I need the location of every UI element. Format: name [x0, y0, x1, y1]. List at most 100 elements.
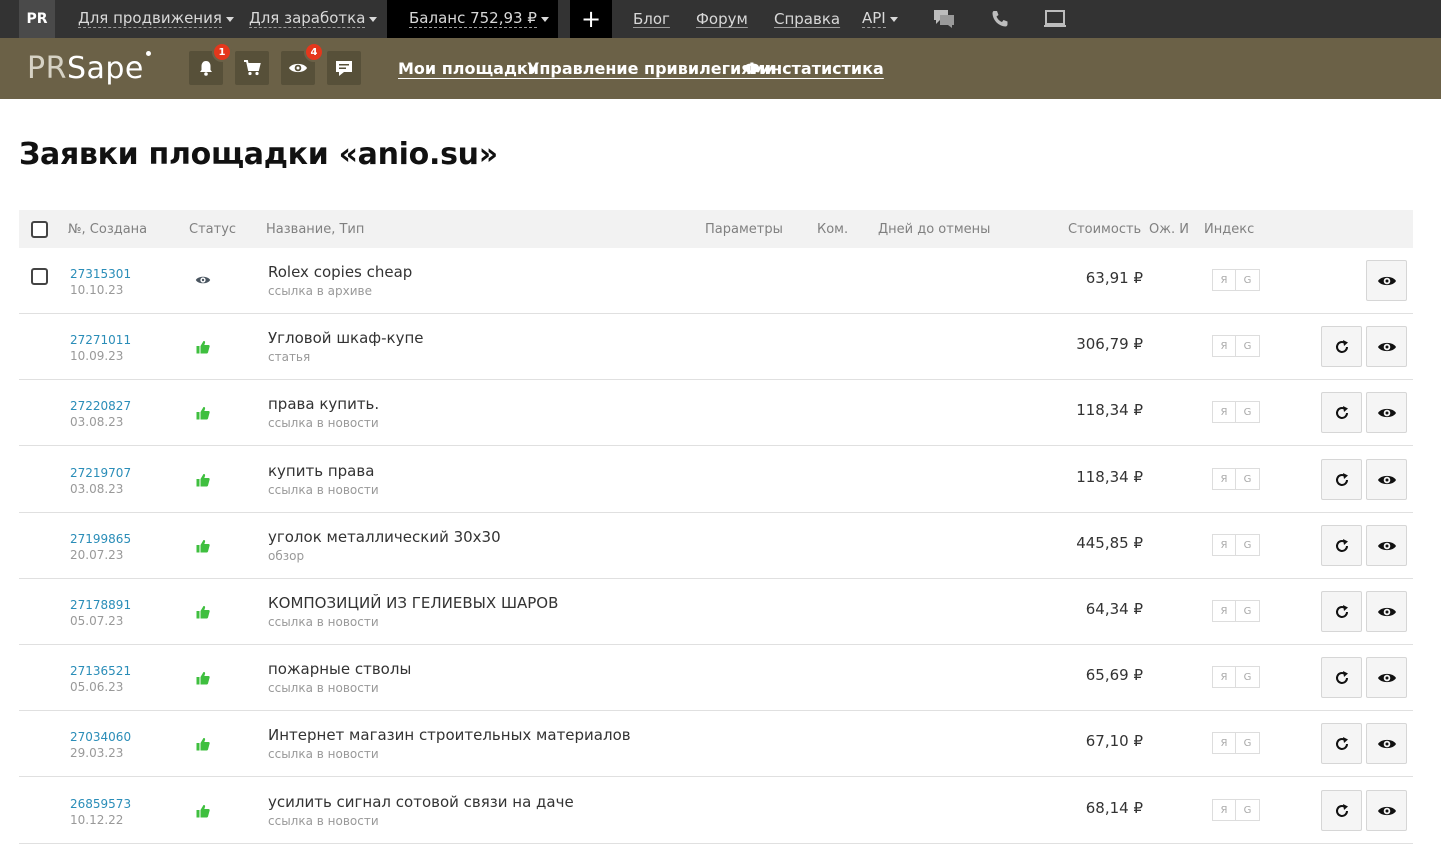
- request-type: ссылка в новости: [268, 615, 379, 629]
- request-name[interactable]: пожарные стволы: [268, 660, 411, 678]
- eye-icon: [1377, 340, 1397, 354]
- google-index-indicator: G: [1236, 799, 1260, 821]
- request-number-link[interactable]: 27034060: [70, 730, 131, 744]
- watch-button[interactable]: 4: [281, 42, 324, 85]
- refresh-button[interactable]: [1321, 790, 1362, 831]
- monitor-icon[interactable]: [1044, 9, 1066, 33]
- chat-icon[interactable]: [934, 9, 956, 33]
- balance-menu[interactable]: Баланс 752,93 ₽: [387, 0, 558, 38]
- eye-icon: [1377, 671, 1397, 685]
- col-params[interactable]: Параметры: [705, 210, 783, 248]
- request-name[interactable]: усилить сигнал сотовой связи на даче: [268, 793, 574, 811]
- request-number-link[interactable]: 27178891: [70, 598, 131, 612]
- pr-badge[interactable]: PR: [19, 0, 55, 38]
- request-type: ссылка в новости: [268, 416, 379, 430]
- blog-link[interactable]: Блог: [633, 0, 670, 38]
- nav-my-sites[interactable]: Мои площадки: [398, 38, 539, 99]
- view-button[interactable]: [1366, 326, 1407, 367]
- logo[interactable]: PR Sape: [27, 51, 151, 86]
- status-approved-icon: [195, 538, 211, 554]
- request-number-link[interactable]: 26859573: [70, 797, 131, 811]
- cart-button[interactable]: [235, 51, 269, 85]
- col-status[interactable]: Статус: [189, 210, 236, 248]
- earn-menu[interactable]: Для заработка: [249, 0, 378, 38]
- request-name[interactable]: КОМПОЗИЦИЙ ИЗ ГЕЛИЕВЫХ ШАРОВ: [268, 594, 558, 612]
- request-name[interactable]: Интернет магазин строительных материалов: [268, 726, 631, 744]
- help-link[interactable]: Справка: [774, 0, 840, 38]
- col-index[interactable]: Индекс: [1204, 210, 1254, 248]
- refresh-button[interactable]: [1321, 326, 1362, 367]
- eye-icon: [289, 63, 307, 73]
- refresh-icon: [1334, 538, 1350, 554]
- messages-button[interactable]: [327, 51, 361, 85]
- yandex-index-indicator: Я: [1212, 335, 1236, 357]
- refresh-button[interactable]: [1321, 591, 1362, 632]
- request-price: 64,34 ₽: [1085, 600, 1143, 618]
- request-name[interactable]: купить права: [268, 462, 374, 480]
- request-type: обзор: [268, 549, 305, 563]
- view-button[interactable]: [1366, 790, 1407, 831]
- page-title: Заявки площадки «anio.su»: [19, 137, 498, 172]
- status-approved-icon: [195, 405, 211, 421]
- view-button[interactable]: [1366, 657, 1407, 698]
- refresh-button[interactable]: [1321, 723, 1362, 764]
- request-price: 68,14 ₽: [1085, 799, 1143, 817]
- view-button[interactable]: [1366, 591, 1407, 632]
- eye-icon: [1377, 274, 1397, 288]
- col-days[interactable]: Дней до отмены: [878, 210, 990, 248]
- request-name[interactable]: Rolex copies cheap: [268, 263, 412, 281]
- index-indicators: ЯG: [1212, 600, 1260, 622]
- view-button[interactable]: [1366, 723, 1407, 764]
- request-number-link[interactable]: 27315301: [70, 267, 131, 281]
- request-name[interactable]: Угловой шкаф-купе: [268, 329, 424, 347]
- chevron-down-icon: [540, 16, 549, 22]
- refresh-button[interactable]: [1321, 525, 1362, 566]
- request-price: 118,34 ₽: [1076, 468, 1143, 486]
- view-button[interactable]: [1366, 459, 1407, 500]
- view-button[interactable]: [1366, 392, 1407, 433]
- request-type: статья: [268, 350, 311, 364]
- refresh-icon: [1334, 472, 1350, 488]
- col-com[interactable]: Ком.: [817, 210, 848, 248]
- request-name[interactable]: уголок металлический 30х30: [268, 528, 501, 546]
- col-wait[interactable]: Ож. И: [1149, 210, 1189, 248]
- index-indicators: ЯG: [1212, 666, 1260, 688]
- col-name[interactable]: Название, Тип: [266, 210, 364, 248]
- google-index-indicator: G: [1236, 534, 1260, 556]
- notifications-button[interactable]: 1: [189, 42, 232, 85]
- request-number-link[interactable]: 27199865: [70, 532, 131, 546]
- help-link-label: Справка: [774, 10, 841, 28]
- request-number-link[interactable]: 27219707: [70, 466, 131, 480]
- nav-privileges[interactable]: Управление привилегиями: [527, 38, 776, 99]
- refresh-button[interactable]: [1321, 392, 1362, 433]
- balance-label: Баланс 752,93 ₽: [409, 9, 537, 28]
- eye-icon: [1377, 539, 1397, 553]
- forum-link[interactable]: Форум: [696, 0, 748, 38]
- status-watch-icon: [195, 272, 211, 288]
- promo-menu[interactable]: Для продвижения: [78, 0, 234, 38]
- col-cost[interactable]: Стоимость: [1068, 210, 1141, 248]
- eye-icon: [1377, 406, 1397, 420]
- col-number[interactable]: №, Создана: [68, 210, 147, 248]
- request-number-link[interactable]: 27271011: [70, 333, 131, 347]
- status-approved-icon: [195, 339, 211, 355]
- refresh-button[interactable]: [1321, 657, 1362, 698]
- request-date: 10.12.22: [70, 813, 124, 827]
- table-row: 27220827 03.08.23 права купить. ссылка в но…: [19, 380, 1413, 446]
- api-menu[interactable]: API: [862, 0, 898, 38]
- request-name[interactable]: права купить.: [268, 395, 379, 413]
- view-button[interactable]: [1366, 525, 1407, 566]
- request-number-link[interactable]: 27136521: [70, 664, 131, 678]
- nav-finstats[interactable]: Финстатистика: [744, 38, 884, 99]
- status-approved-icon: [195, 472, 211, 488]
- table-row: 27315301 10.10.23 Rolex copies cheap ссылка…: [19, 248, 1413, 314]
- request-number-link[interactable]: 27220827: [70, 399, 131, 413]
- view-button[interactable]: [1366, 260, 1407, 301]
- add-button[interactable]: +: [570, 0, 612, 38]
- row-checkbox[interactable]: [31, 268, 48, 285]
- request-type: ссылка в архиве: [268, 284, 372, 298]
- select-all-checkbox[interactable]: [31, 221, 48, 238]
- notifications-badge: 1: [212, 42, 232, 62]
- refresh-button[interactable]: [1321, 459, 1362, 500]
- phone-icon[interactable]: [990, 9, 1010, 33]
